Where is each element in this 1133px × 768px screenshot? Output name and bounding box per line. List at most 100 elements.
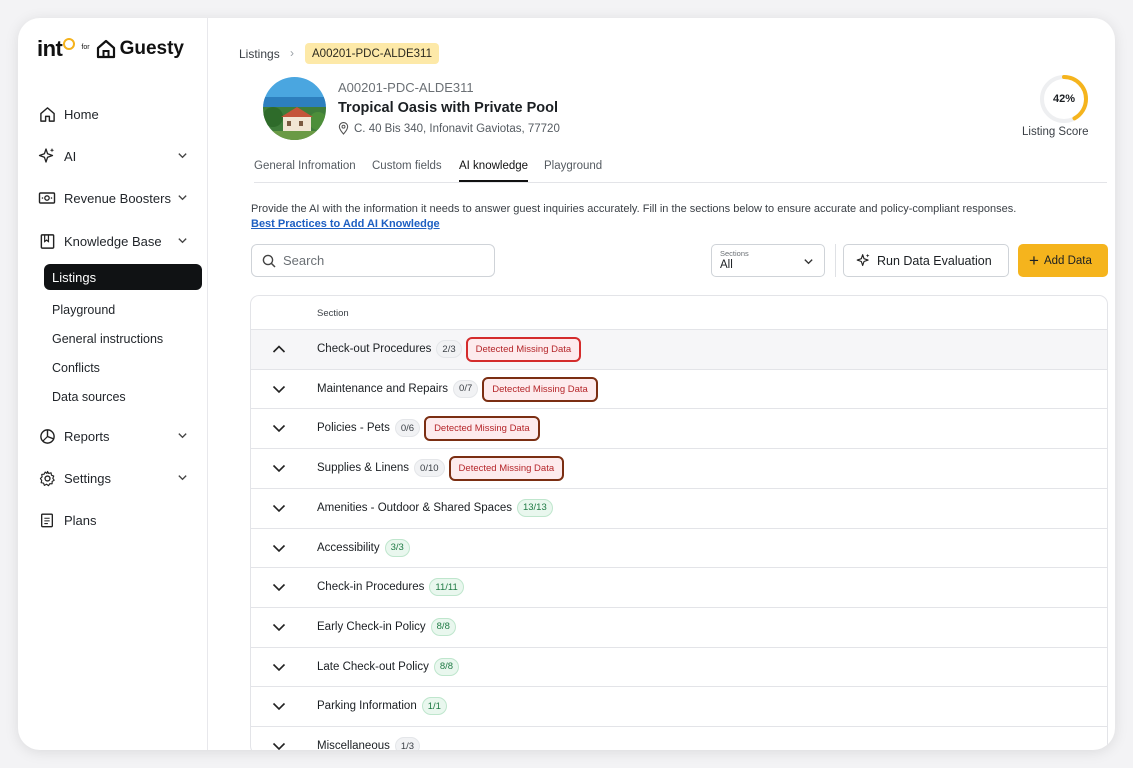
sparkle-icon (856, 253, 871, 268)
brand-logo[interactable]: int for Guesty (37, 36, 184, 62)
chevron-down-icon[interactable] (272, 423, 286, 433)
section-count-badge: 8/8 (430, 617, 456, 636)
tab-general-information[interactable]: General Infromation (254, 160, 356, 182)
section-name: Maintenance and Repairs (317, 382, 449, 395)
chevron-down-icon[interactable] (272, 622, 286, 632)
chevron-down-icon[interactable] (272, 543, 286, 553)
table-row[interactable]: Miscellaneous 1/3 (251, 726, 1107, 750)
chevron-down-icon (178, 153, 187, 159)
missing-data-badge: Detected Missing Data (448, 456, 565, 482)
breadcrumb-listings[interactable]: Listings (239, 47, 280, 61)
nav-revenue-boosters[interactable]: Revenue Boosters (38, 186, 188, 210)
table-row[interactable]: Check-out Procedures 2/3 Detected Missing … (251, 329, 1107, 369)
run-data-evaluation-button[interactable]: Run Data Evaluation (843, 244, 1009, 277)
chevron-down-icon[interactable] (272, 503, 286, 513)
plus-icon: + (1029, 251, 1039, 270)
logo-dot-icon (63, 38, 76, 50)
table-row[interactable]: Parking Information 1/1 (251, 686, 1107, 726)
main-content: Listings › A00201-PDC-ALDE311 A00201-PDC… (209, 18, 1115, 750)
logo-guesty-text: Guesty (119, 38, 184, 59)
chevron-down-icon (178, 238, 187, 244)
tab-custom-fields[interactable]: Custom fields (372, 160, 442, 182)
chevron-down-icon[interactable] (272, 384, 286, 394)
nav-ai-label: AI (64, 148, 77, 164)
table-row[interactable]: Amenities - Outdoor & Shared Spaces 13/13 (251, 487, 1107, 528)
listing-score-value: 42% (1052, 93, 1076, 105)
nav-knowledge-base-label: Knowledge Base (64, 233, 162, 249)
table-row[interactable]: Late Check-out Policy 8/8 (251, 646, 1107, 687)
chevron-down-icon[interactable] (272, 662, 286, 672)
best-practices-link[interactable]: Best Practices to Add AI Knowledge (251, 218, 440, 230)
table-row[interactable]: Policies - Pets 0/6 Detected Missing Data (251, 408, 1107, 448)
section-count-badge: 1/3 (394, 737, 421, 750)
nav-home[interactable]: Home (38, 102, 188, 126)
sidebar-item-general-instructions[interactable]: General instructions (52, 329, 163, 349)
table-header-section: Section (317, 308, 349, 319)
intro-text: Provide the AI with the information it n… (251, 203, 1017, 215)
sidebar-item-listings[interactable]: Listings (44, 264, 202, 290)
table-row[interactable]: Early Check-in Policy 8/8 (251, 606, 1107, 647)
chevron-down-icon[interactable] (272, 701, 286, 711)
nav-knowledge-base[interactable]: Knowledge Base (38, 229, 188, 253)
section-count-badge: 1/1 (421, 697, 447, 716)
tab-playground[interactable]: Playground (544, 160, 602, 182)
missing-data-badge: Detected Missing Data (424, 416, 540, 442)
add-data-button[interactable]: + Add Data (1018, 244, 1108, 277)
section-name: Check-out Procedures (317, 343, 432, 355)
logo-into-text: int (37, 36, 63, 61)
table-row[interactable]: Supplies & Linens 0/10 Detected Missing Da… (251, 448, 1107, 488)
chevron-down-icon (178, 475, 187, 481)
pie-chart-icon (38, 427, 56, 445)
chevron-up-icon[interactable] (272, 344, 286, 354)
listing-score-label: Listing Score (1022, 126, 1089, 138)
sections-filter-label: Sections (720, 249, 749, 258)
section-name: Policies - Pets (317, 422, 390, 435)
sidebar-item-data-sources[interactable]: Data sources (52, 387, 126, 407)
chevron-down-icon[interactable] (272, 741, 286, 750)
nav-settings-label: Settings (64, 470, 111, 486)
add-data-label: Add Data (1043, 254, 1092, 267)
section-count-badge: 0/7 (453, 379, 479, 398)
breadcrumb-current: A00201-PDC-ALDE311 (305, 43, 439, 64)
table-row[interactable]: Check-in Procedures 11/11 (251, 567, 1107, 607)
clipboard-icon (38, 511, 56, 529)
sparkle-icon (38, 147, 56, 165)
listing-code: A00201-PDC-ALDE311 (338, 80, 474, 95)
logo-for-text: for (81, 43, 90, 51)
section-name: Miscellaneous (317, 740, 390, 750)
nav-plans-label: Plans (64, 512, 97, 528)
section-name: Parking Information (317, 700, 417, 713)
search-input[interactable] (283, 253, 473, 268)
toolbar-divider (835, 244, 836, 277)
section-count-badge: 3/3 (384, 538, 410, 557)
nav-ai[interactable]: AI (38, 144, 188, 168)
gear-icon (38, 469, 56, 487)
home-icon (38, 105, 56, 123)
banknote-icon (38, 189, 56, 207)
chevron-down-icon[interactable] (272, 582, 286, 592)
search-box[interactable] (251, 244, 495, 277)
listing-tabs: General Infromation Custom fields AI kno… (254, 158, 1107, 183)
listing-photo (263, 77, 326, 140)
chevron-down-icon[interactable] (272, 463, 286, 473)
listing-score-gauge: 42% (1038, 73, 1090, 125)
section-count-badge: 2/3 (436, 340, 462, 358)
sidebar-item-conflicts[interactable]: Conflicts (52, 358, 100, 378)
table-row[interactable]: Accessibility 3/3 (251, 527, 1107, 568)
missing-data-badge: Detected Missing Data (482, 376, 598, 402)
sidebar: int for Guesty Home AI Revenue Boosters … (18, 18, 208, 750)
sections-filter-select[interactable]: Sections All (711, 244, 825, 277)
tab-ai-knowledge[interactable]: AI knowledge (459, 160, 529, 182)
table-row[interactable]: Maintenance and Repairs 0/7 Detected Missi… (251, 368, 1107, 409)
location-pin-icon (338, 122, 349, 135)
section-count-badge: 13/13 (516, 498, 553, 517)
sidebar-item-playground[interactable]: Playground (52, 300, 115, 320)
nav-settings[interactable]: Settings (38, 466, 188, 490)
sections-filter-value: All (720, 259, 733, 271)
nav-reports[interactable]: Reports (38, 424, 188, 448)
breadcrumb-separator-icon: › (290, 46, 294, 60)
nav-plans[interactable]: Plans (38, 508, 188, 532)
section-count-badge: 0/10 (414, 459, 445, 478)
listing-address-row: C. 40 Bis 340, Infonavit Gaviotas, 77720 (338, 122, 560, 135)
search-icon (262, 254, 276, 268)
